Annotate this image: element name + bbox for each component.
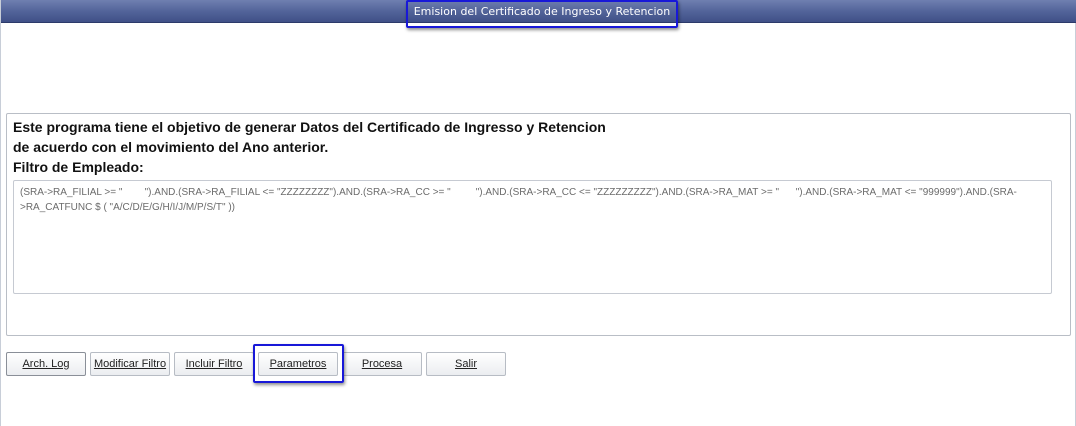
incluir-filtro-button[interactable]: Incluir Filtro — [174, 352, 254, 376]
description-panel: Este programa tiene el objetivo de gener… — [6, 113, 1071, 336]
parametros-button[interactable]: Parametros — [258, 352, 338, 376]
description-line-2: de acuerdo con el movimiento del Ano ant… — [13, 139, 329, 155]
procesa-button[interactable]: Procesa — [342, 352, 422, 376]
window-title: Emision del Certificado de Ingreso y Ret… — [406, 0, 678, 28]
arch-log-button[interactable]: Arch. Log — [6, 352, 86, 376]
filter-expression-field[interactable]: (SRA->RA_FILIAL >= " ").AND.(SRA->RA_FIL… — [13, 180, 1052, 294]
salir-button[interactable]: Salir — [426, 352, 506, 376]
modificar-filtro-button[interactable]: Modificar Filtro — [90, 352, 170, 376]
filter-label: Filtro de Empleado: — [13, 159, 144, 175]
description-line-1: Este programa tiene el objetivo de gener… — [13, 119, 606, 135]
dialog-window: Emision del Certificado de Ingreso y Ret… — [0, 0, 1076, 426]
